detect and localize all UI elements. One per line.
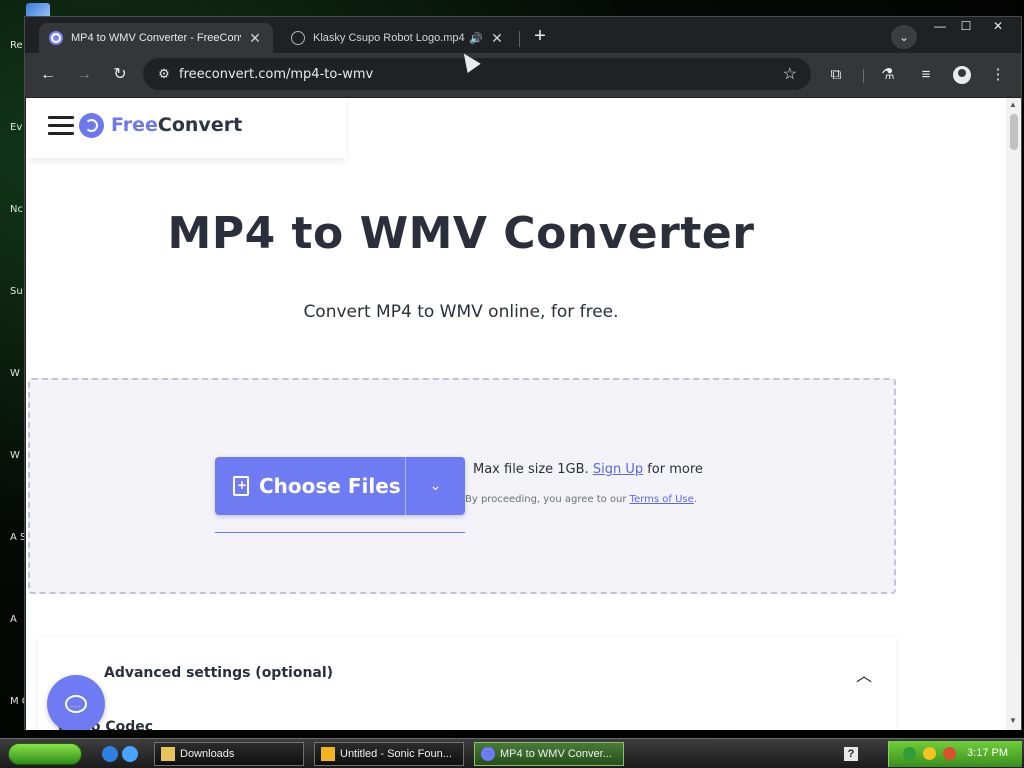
taskbar-item-downloads[interactable]: Downloads <box>154 742 304 766</box>
tray-app-icon[interactable] <box>943 747 956 760</box>
scroll-up-arrow-icon[interactable]: ▲ <box>1009 100 1017 109</box>
chat-support-button[interactable]: ... <box>47 675 105 730</box>
button-underline <box>215 532 465 533</box>
desktop-icon-label: Su <box>10 286 23 297</box>
task-label: Untitled - Sonic Foun... <box>340 748 452 760</box>
tab-close-icon[interactable]: ✕ <box>489 30 505 47</box>
toolbar-separator <box>863 69 864 83</box>
taskbar: Downloads Untitled - Sonic Foun... MP4 t… <box>0 738 1024 768</box>
globe-favicon-icon <box>291 31 305 45</box>
tab-search-button[interactable]: ⌄ <box>891 25 917 49</box>
desktop-icon-label: A <box>10 614 17 625</box>
profile-avatar-icon[interactable] <box>953 66 971 84</box>
tab-title: MP4 to WMV Converter - FreeConv <box>71 32 241 44</box>
labs-icon[interactable]: ⚗ <box>877 64 899 86</box>
chevron-up-icon[interactable]: ︿ <box>856 662 872 686</box>
internet-explorer-icon[interactable] <box>102 746 118 762</box>
desktop-icon-label: Re <box>10 40 23 51</box>
sign-up-link[interactable]: Sign Up <box>593 462 643 477</box>
new-tab-button[interactable]: + <box>529 25 551 47</box>
page-subtitle: Convert MP4 to WMV online, for free. <box>303 302 619 322</box>
browser-window: MP4 to WMV Converter - FreeConv ✕ Klasky… <box>24 16 1022 730</box>
max-size-text: Max file size 1GB. <box>473 462 589 477</box>
max-size-suffix: for more <box>647 462 703 477</box>
sonic-foundry-icon <box>321 747 335 761</box>
advanced-settings-title[interactable]: Advanced settings (optional) <box>104 665 333 681</box>
freeconvert-logo-icon[interactable] <box>79 113 104 138</box>
reload-button[interactable]: ↻ <box>109 64 131 86</box>
choose-files-label: Choose Files <box>259 474 401 498</box>
max-file-size-note: Max file size 1GB. Sign Up for more <box>473 462 703 477</box>
folder-icon <box>161 747 175 761</box>
page-viewport: FreeConvert MP4 to WMV Converter Convert… <box>26 98 1006 730</box>
terms-of-use-link[interactable]: Terms of Use <box>630 494 694 505</box>
help-icon[interactable]: ? <box>844 747 858 761</box>
task-label: Downloads <box>180 748 235 760</box>
page-title: MP4 to WMV Converter <box>167 208 755 259</box>
tab-klasky-video[interactable]: Klasky Csupo Robot Logo.mp4 🔊 ✕ <box>281 23 515 53</box>
maximize-button[interactable]: ☐ <box>951 17 981 35</box>
bookmark-star-icon[interactable]: ☆ <box>783 64 797 84</box>
media-controls-icon[interactable]: ≡ <box>915 64 937 86</box>
task-label: MP4 to WMV Conver... <box>500 748 612 760</box>
file-drop-zone[interactable]: Choose Files ⌄ Max file size 1GB. Sign U… <box>28 378 896 594</box>
network-icon[interactable] <box>903 747 916 760</box>
scroll-down-arrow-icon[interactable]: ▼ <box>1009 716 1017 725</box>
start-button[interactable] <box>8 743 82 765</box>
desktop-icon-label: Nc <box>10 204 23 215</box>
taskbar-item-sonic-foundry[interactable]: Untitled - Sonic Foun... <box>314 742 464 766</box>
tab-separator <box>519 31 520 47</box>
url-text[interactable]: freeconvert.com/mp4-to-wmv <box>179 67 373 82</box>
terms-text: By proceeding, you agree to our <box>465 494 627 505</box>
clock[interactable]: 3:17 PM <box>967 747 1008 759</box>
chevron-down-icon[interactable]: ⌄ <box>406 457 465 515</box>
system-tray: 3:17 PM <box>888 741 1022 767</box>
tab-title: Klasky Csupo Robot Logo.mp4 <box>313 32 465 44</box>
desktop-icon-label: Ev <box>10 122 23 133</box>
chat-icon: ... <box>65 695 87 713</box>
menu-kebab-icon[interactable]: ⋮ <box>987 64 1009 86</box>
choose-files-button[interactable]: Choose Files ⌄ <box>215 457 465 515</box>
security-shield-icon[interactable] <box>923 747 936 760</box>
tab-close-icon[interactable]: ✕ <box>247 30 263 47</box>
back-button[interactable]: ← <box>37 64 59 86</box>
advanced-settings-card[interactable]: Advanced settings (optional) ︿ Video Cod… <box>38 638 896 730</box>
browser-icon <box>481 747 495 761</box>
desktop-icon-label: W <box>10 368 20 379</box>
choose-files-main[interactable]: Choose Files <box>215 457 405 515</box>
site-settings-icon[interactable]: ⚙ <box>149 66 179 82</box>
tab-strip: MP4 to WMV Converter - FreeConv ✕ Klasky… <box>25 17 1021 53</box>
taskbar-item-browser[interactable]: MP4 to WMV Conver... <box>474 742 624 766</box>
page-scrollbar[interactable]: ▲ ▼ <box>1006 98 1021 730</box>
scrollbar-thumb[interactable] <box>1010 114 1018 150</box>
add-file-icon <box>233 476 249 496</box>
close-window-button[interactable]: ✕ <box>983 17 1013 35</box>
terms-note: By proceeding, you agree to our Terms of… <box>465 494 697 505</box>
terms-suffix: . <box>693 494 697 505</box>
forward-button[interactable]: → <box>73 64 95 86</box>
extensions-icon[interactable]: ⧉ <box>825 64 847 86</box>
site-logo[interactable]: FreeConvert <box>111 114 242 136</box>
desktop-icon-label: W <box>10 450 20 461</box>
site-header: FreeConvert <box>26 98 346 158</box>
browser-toolbar: ← → ↻ ⚙ freeconvert.com/mp4-to-wmv ☆ ⧉ ⚗… <box>25 53 1021 97</box>
freeconvert-favicon-icon <box>49 31 63 45</box>
quick-launch-icon[interactable] <box>122 746 138 762</box>
hamburger-menu-icon[interactable] <box>48 116 74 136</box>
speaker-icon[interactable]: 🔊 <box>469 32 483 45</box>
tab-freeconvert[interactable]: MP4 to WMV Converter - FreeConv ✕ <box>39 23 273 53</box>
